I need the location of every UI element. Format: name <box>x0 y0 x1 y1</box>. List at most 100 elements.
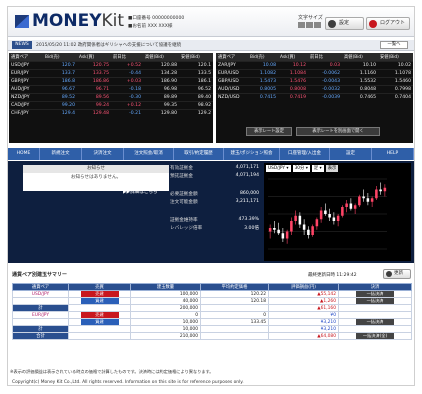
summary-avg-price: 0 <box>200 311 269 319</box>
rate-row[interactable]: USD/JPY 120.7 120.75 +0.52 120.88 120.1 <box>9 60 213 69</box>
summary-side-cell <box>68 332 131 340</box>
rate-row[interactable]: GBP/JPY 186.8 186.86 +0.03 186.90 186.1 <box>9 76 213 85</box>
chart-display-button[interactable]: 表示 <box>325 165 339 172</box>
position-summary: 通貨ペア別建玉サマリー 最終更新日時 11:29:42 更新 通貨ペア 売買 建玉数… <box>8 267 414 359</box>
nav-item[interactable]: 新規注文 <box>40 148 82 160</box>
font-size-large-button[interactable] <box>314 22 321 28</box>
nav-item[interactable]: 決済注文 <box>82 148 124 160</box>
rate-change: 0.03 <box>308 60 342 69</box>
header: MONEYKit ■口座番号 00000000000 ■お名前 XXX XXX様… <box>8 7 414 37</box>
font-size-buttons <box>298 22 322 30</box>
summary-refresh-button[interactable]: 更新 <box>383 269 411 279</box>
rate-ask[interactable]: 1.5476 <box>278 76 308 85</box>
rate-ask[interactable]: 89.56 <box>77 92 111 101</box>
chart-pair-select[interactable]: USD/JPY ▾ <box>266 165 291 172</box>
rate-bid[interactable]: 1.1082 <box>248 68 278 77</box>
rate-row[interactable]: NZD/USD 0.7415 0.7419 -0.0039 0.7465 0.7404 <box>216 92 413 101</box>
rate-bid[interactable]: 89.52 <box>43 92 77 101</box>
rate-ask[interactable]: 1.1084 <box>278 68 308 77</box>
rate-bid[interactable]: 10.08 <box>248 60 278 69</box>
rate-bid[interactable]: 120.7 <box>43 60 77 69</box>
rate-pair: GBP/USD <box>216 76 248 85</box>
rate-bid[interactable]: 96.67 <box>43 84 77 93</box>
account-value: 860,000 <box>240 191 259 196</box>
rate-change: -0.0039 <box>308 92 342 101</box>
summary-side-cell: 買建 <box>68 297 131 305</box>
chart-interval-select[interactable]: 30分 ▾ <box>292 165 310 172</box>
font-size-small-button[interactable] <box>298 22 305 28</box>
news-headline[interactable]: 2015/05/20 11:02 政府関係者はギリシャへの支援について協議を継続 <box>36 42 181 48</box>
summary-pl: ▲1,260 <box>268 297 339 305</box>
candle-body <box>366 198 370 202</box>
candle-body <box>302 224 306 230</box>
candle-body <box>281 233 285 239</box>
rate-row[interactable]: ZAR/JPY 10.08 10.12 0.03 10.10 10.02 <box>216 60 413 69</box>
rate-col-header: 安値(Bid) <box>378 53 413 61</box>
nav-item[interactable]: 口座管理/入出金 <box>280 148 330 160</box>
bulk-settle-button[interactable]: 一括決済 <box>356 319 394 325</box>
candle-body <box>315 219 319 227</box>
rate-col-header: 安値(Bid) <box>179 53 213 61</box>
font-size-medium-button[interactable] <box>306 22 313 28</box>
rate-ask[interactable]: 120.75 <box>77 60 111 69</box>
summary-pl: ¥0 <box>268 311 339 319</box>
rate-bid[interactable]: 0.8005 <box>248 84 278 93</box>
rate-bid[interactable]: 186.8 <box>43 76 77 85</box>
rate-low: 129.2 <box>179 108 213 117</box>
bulk-settle-button[interactable]: 一括決済 <box>356 291 394 297</box>
rate-high: 89.89 <box>143 92 179 101</box>
logout-button[interactable]: ログアウト <box>366 17 410 30</box>
rate-row[interactable]: CHF/JPY 129.4 129.48 -0.21 129.80 129.2 <box>9 108 213 117</box>
chart-type-select[interactable]: 足 ▾ <box>311 165 324 172</box>
rate-ask[interactable]: 0.8008 <box>278 84 308 93</box>
summary-side-cell <box>68 325 131 333</box>
rate-popup-button[interactable]: 表示レートを別画面で開く <box>296 127 380 136</box>
rate-ask[interactable]: 129.48 <box>77 108 111 117</box>
nav-item[interactable]: HOME <box>8 148 40 160</box>
rate-row[interactable]: EUR/JPY 133.7 133.75 -0.44 134.28 133.5 <box>9 68 213 77</box>
notice-detail-link[interactable]: ▶▶詳細はこちら <box>123 189 158 195</box>
summary-col-header: 売買 <box>68 283 131 291</box>
rate-bid[interactable]: 0.7415 <box>248 92 278 101</box>
rate-high: 96.98 <box>143 84 179 93</box>
rate-ask[interactable]: 10.12 <box>278 60 308 69</box>
summary-qty: 40,000 <box>130 297 201 305</box>
nav-item[interactable]: 取引/約定履歴 <box>174 148 224 160</box>
rate-pair: NZD/JPY <box>9 92 43 101</box>
rate-bid[interactable]: 99.20 <box>43 100 77 109</box>
news-list-button[interactable]: 一覧へ <box>380 41 408 49</box>
rate-bid[interactable]: 1.5473 <box>248 76 278 85</box>
rate-ask[interactable]: 0.7419 <box>278 92 308 101</box>
rate-col-header: 通貨ペア <box>9 53 43 61</box>
rate-display-settings-button[interactable]: 表示レート設定 <box>246 127 292 136</box>
nav-item[interactable]: 設定 <box>330 148 372 160</box>
rate-table-right: 通貨ペア Bid(売) Ask(買) 前日比 高値(Bid) 安値(Bid) ZAR/JP… <box>216 53 413 101</box>
rate-row[interactable]: AUD/USD 0.8005 0.8008 -0.0032 0.8048 0.7998 <box>216 84 413 93</box>
rate-row[interactable]: CAD/JPY 99.20 99.24 +0.12 99.35 98.92 <box>9 100 213 109</box>
rate-board-left: 通貨ペア Bid(売) Ask(買) 前日比 高値(Bid) 安値(Bid) USD/JP… <box>9 53 213 143</box>
summary-avg-price: 120.18 <box>200 297 269 305</box>
candle-body <box>290 221 293 232</box>
bulk-settle-button[interactable]: 一括決済(全) <box>356 333 394 339</box>
settings-button[interactable]: 設定 <box>325 17 364 30</box>
rate-row[interactable]: EUR/USD 1.1082 1.1084 -0.0062 1.1160 1.1078 <box>216 68 413 77</box>
rate-ask[interactable]: 186.86 <box>77 76 111 85</box>
rate-bid[interactable]: 129.4 <box>43 108 77 117</box>
rate-ask[interactable]: 96.71 <box>77 84 111 93</box>
nav-item[interactable]: 建玉/ポジション照会 <box>224 148 280 160</box>
nav-item[interactable]: HELP <box>372 148 414 160</box>
summary-avg-price <box>200 332 269 340</box>
summary-qty: 10,000 <box>130 325 201 333</box>
rate-row[interactable]: AUD/JPY 96.67 96.71 -0.18 96.98 96.52 <box>9 84 213 93</box>
logo[interactable]: MONEYKit <box>32 12 124 30</box>
rate-row[interactable]: GBP/USD 1.5473 1.5476 -0.0043 1.5532 1.5460 <box>216 76 413 85</box>
account-value: 3.00倍 <box>244 226 259 231</box>
rate-row[interactable]: NZD/JPY 89.52 89.56 -0.30 89.89 89.40 <box>9 92 213 101</box>
nav-item[interactable]: 注文照会/取消 <box>124 148 174 160</box>
copyright: Copyright(c) Money Kit Co.,Ltd. All righ… <box>12 380 244 385</box>
rate-bid[interactable]: 133.7 <box>43 68 77 77</box>
rate-ask[interactable]: 99.24 <box>77 100 111 109</box>
rate-ask[interactable]: 133.75 <box>77 68 111 77</box>
bulk-settle-button[interactable]: 一括決済 <box>356 298 394 304</box>
rate-high: 1.5532 <box>342 76 378 85</box>
